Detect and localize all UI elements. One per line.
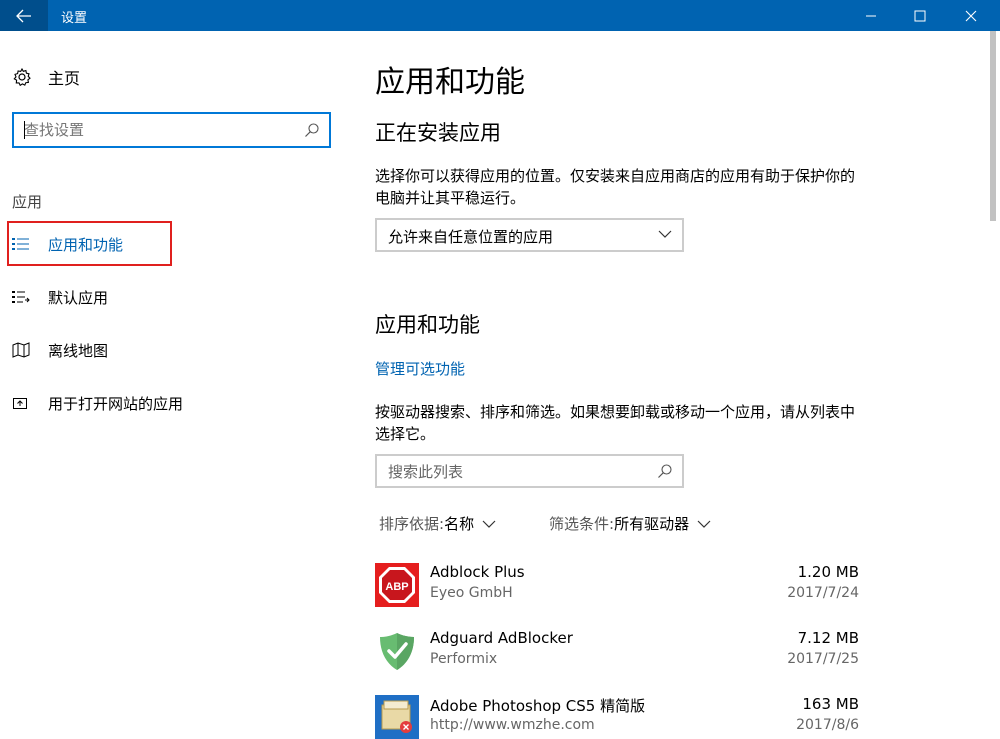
- sidebar-item-label: 默认应用: [48, 288, 109, 307]
- search-icon[interactable]: [304, 122, 320, 138]
- abp-icon: ABP: [375, 563, 419, 607]
- minimize-button[interactable]: [848, 0, 894, 31]
- install-description: 选择你可以获得应用的位置。仅安装来自应用商店的应用有助于保护你的电脑并让其平稳运…: [375, 167, 856, 207]
- filter-value: 所有驱动器: [614, 515, 690, 533]
- title-bar: 设置: [0, 0, 1000, 31]
- app-list-item[interactable]: Adguard AdBlocker Performix 7.12 MB 2017…: [375, 629, 859, 687]
- app-date: 2017/7/25: [787, 651, 859, 667]
- app-list-search-box[interactable]: [375, 454, 684, 488]
- apps-heading: 应用和功能: [375, 313, 480, 337]
- list-icon: [12, 238, 29, 250]
- back-arrow-icon: [16, 9, 31, 22]
- install-source-value: 允许来自任意位置的应用: [388, 228, 554, 246]
- svg-text:ABP: ABP: [385, 581, 408, 593]
- app-name: Adguard AdBlocker: [430, 629, 573, 647]
- sidebar-item-apps-for-websites[interactable]: 用于打开网站的应用: [12, 391, 183, 415]
- photoshop-installer-icon: [375, 695, 419, 739]
- open-web-icon: [13, 398, 27, 409]
- app-size: 1.20 MB: [797, 563, 859, 581]
- sidebar-home[interactable]: 主页: [12, 65, 80, 89]
- minimize-icon: [866, 15, 876, 16]
- sort-label: 排序依据:: [379, 515, 445, 533]
- sidebar-item-label: 用于打开网站的应用: [48, 394, 184, 413]
- app-publisher: http://www.wmzhe.com: [430, 717, 595, 733]
- sidebar-item-default-apps[interactable]: 默认应用: [12, 285, 108, 309]
- settings-search-box[interactable]: [12, 112, 331, 148]
- app-name: Adobe Photoshop CS5 精简版: [430, 697, 646, 715]
- chevron-down-icon: [658, 230, 672, 238]
- close-button[interactable]: [948, 0, 994, 31]
- app-publisher: Eyeo GmbH: [430, 585, 513, 601]
- chevron-down-icon: [697, 520, 711, 528]
- sidebar: 主页 应用 应用和功能 默认应用 离线地图 用于打开网站的应用: [0, 31, 345, 739]
- map-icon: [12, 342, 30, 358]
- maximize-icon: [914, 10, 926, 21]
- sidebar-item-apps-features[interactable]: 应用和功能: [12, 232, 123, 256]
- app-list-item[interactable]: ABP Adblock Plus Eyeo GmbH 1.20 MB 2017/…: [375, 563, 859, 621]
- sort-dropdown[interactable]: 排序依据: 名称: [379, 513, 496, 534]
- install-source-dropdown[interactable]: 允许来自任意位置的应用: [375, 218, 684, 252]
- maximize-button[interactable]: [897, 0, 943, 31]
- app-list-search-input[interactable]: [388, 462, 638, 482]
- settings-search-input[interactable]: [24, 120, 294, 140]
- sort-value: 名称: [444, 515, 475, 533]
- sidebar-item-offline-maps[interactable]: 离线地图: [12, 338, 108, 362]
- install-heading: 正在安装应用: [375, 121, 501, 145]
- filter-dropdown[interactable]: 筛选条件: 所有驱动器: [549, 513, 711, 534]
- close-icon: [965, 10, 977, 21]
- text-caret: [24, 121, 25, 139]
- apps-description: 按驱动器搜索、排序和筛选。如果想要卸载或移动一个应用，请从列表中选择它。: [375, 403, 856, 443]
- manage-optional-features-link[interactable]: 管理可选功能: [375, 358, 465, 379]
- app-list-item[interactable]: Adobe Photoshop CS5 精简版 http://www.wmzhe…: [375, 695, 859, 739]
- chevron-down-icon: [482, 520, 496, 528]
- sidebar-item-label: 应用和功能: [48, 235, 124, 254]
- vertical-scrollbar[interactable]: [988, 31, 1000, 739]
- app-publisher: Performix: [430, 651, 498, 667]
- page-title: 应用和功能: [375, 65, 525, 100]
- app-name: Adblock Plus: [430, 563, 525, 581]
- default-apps-icon: [12, 291, 30, 303]
- search-icon[interactable]: [657, 463, 673, 479]
- app-date: 2017/7/24: [787, 585, 859, 601]
- app-date: 2017/8/6: [796, 717, 859, 733]
- scrollbar-thumb[interactable]: [990, 31, 996, 221]
- app-size: 163 MB: [802, 695, 859, 713]
- home-label: 主页: [48, 69, 81, 88]
- window-title: 设置: [61, 11, 88, 26]
- app-size: 7.12 MB: [797, 629, 859, 647]
- adguard-shield-icon: [375, 629, 419, 673]
- sidebar-item-label: 离线地图: [48, 341, 109, 360]
- filter-label: 筛选条件:: [549, 515, 615, 533]
- sidebar-section-apps: 应用: [12, 193, 43, 211]
- back-button[interactable]: [0, 0, 48, 31]
- gear-icon: [13, 67, 31, 87]
